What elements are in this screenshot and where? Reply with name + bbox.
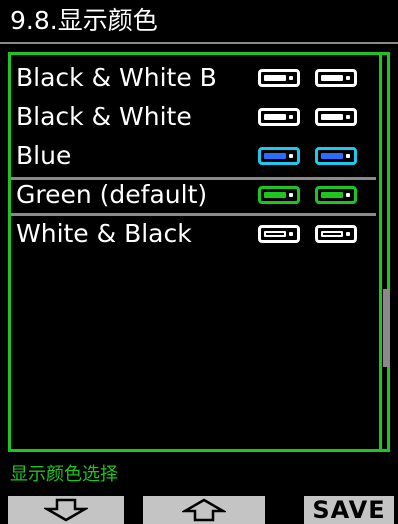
color-preview-icon — [315, 108, 357, 126]
color-preview-icon — [315, 186, 357, 204]
color-preview-icon — [315, 225, 357, 243]
color-list-panel: Black & White B Black & White Blue Green… — [8, 52, 390, 452]
list-item-label: Blue — [16, 141, 72, 170]
save-button[interactable]: SAVE — [304, 496, 394, 524]
scrollbar[interactable] — [379, 55, 390, 449]
color-option-list: Black & White B Black & White Blue Green… — [11, 60, 376, 255]
footer-caption: 显示颜色选择 — [10, 464, 118, 485]
color-preview-icon — [258, 69, 300, 87]
arrow-up-icon — [182, 498, 226, 522]
scrollbar-thumb[interactable] — [383, 289, 390, 367]
color-preview-icon — [258, 147, 300, 165]
header-bar: 9.8.显示颜色 — [0, 0, 398, 44]
list-item-label: White & Black — [16, 219, 192, 248]
color-preview-icon — [258, 186, 300, 204]
color-preview-icon — [315, 69, 357, 87]
up-button[interactable] — [143, 496, 265, 524]
color-preview-icon — [258, 225, 300, 243]
list-item-selected[interactable]: Green (default) — [11, 177, 376, 216]
list-item[interactable]: Black & White — [11, 99, 376, 138]
list-item-label: Green (default) — [16, 180, 208, 209]
list-item[interactable]: Blue — [11, 138, 376, 177]
list-item[interactable]: White & Black — [11, 216, 376, 255]
down-button[interactable] — [8, 496, 124, 524]
color-preview-icon — [258, 108, 300, 126]
color-preview-icon — [315, 147, 357, 165]
list-item-label: Black & White B — [16, 63, 217, 92]
list-item-label: Black & White — [16, 102, 192, 131]
arrow-down-icon — [44, 498, 88, 522]
list-item[interactable]: Black & White B — [11, 60, 376, 99]
page-title: 9.8.显示颜色 — [10, 6, 158, 35]
